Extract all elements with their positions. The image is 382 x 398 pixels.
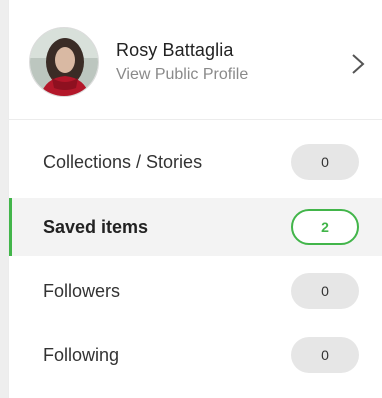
menu-item-followers[interactable]: Followers 0 bbox=[9, 262, 382, 320]
menu-item-following[interactable]: Following 0 bbox=[9, 326, 382, 384]
menu-item-collections-stories[interactable]: Collections / Stories 0 bbox=[9, 133, 382, 191]
count-badge: 2 bbox=[291, 209, 359, 245]
count-badge: 0 bbox=[291, 144, 359, 180]
chevron-right-icon[interactable] bbox=[350, 52, 366, 76]
avatar[interactable] bbox=[29, 27, 99, 97]
menu-item-label: Collections / Stories bbox=[43, 152, 203, 172]
menu-item-saved-items[interactable]: Saved items 2 bbox=[9, 198, 382, 256]
profile-name: Rosy Battaglia bbox=[116, 40, 234, 60]
view-public-profile-link[interactable]: View Public Profile bbox=[116, 66, 248, 84]
menu-item-label: Following bbox=[43, 345, 120, 365]
menu-item-label: Saved items bbox=[43, 217, 149, 237]
count-badge: 0 bbox=[291, 273, 359, 309]
profile-header[interactable]: Rosy Battaglia View Public Profile bbox=[9, 0, 382, 120]
profile-menu-panel: Rosy Battaglia View Public Profile Colle… bbox=[8, 0, 382, 398]
active-indicator bbox=[9, 198, 12, 256]
menu-item-label: Followers bbox=[43, 281, 121, 301]
count-badge: 0 bbox=[291, 337, 359, 373]
